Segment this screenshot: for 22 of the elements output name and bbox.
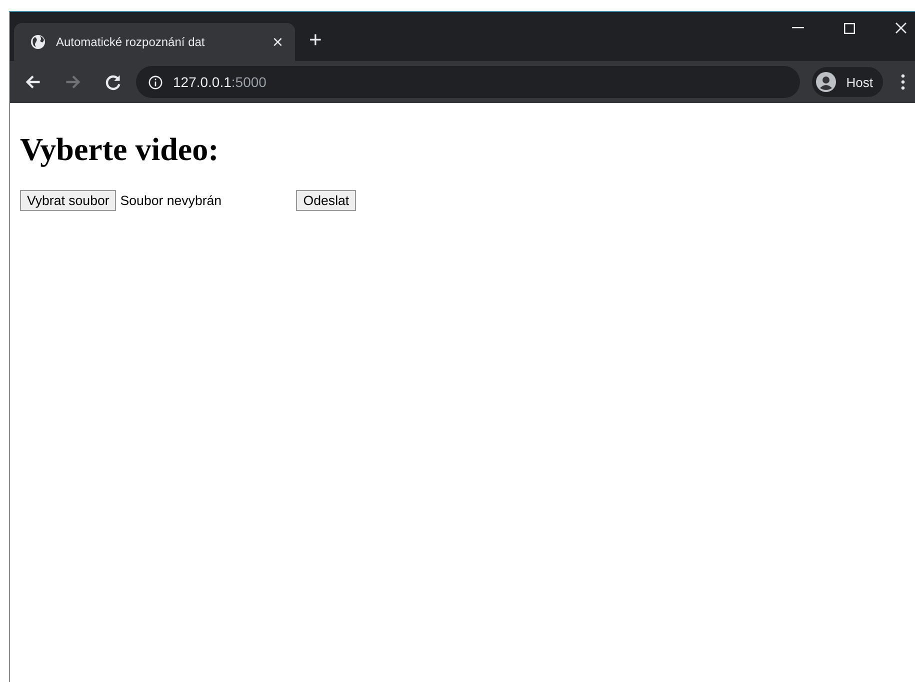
globe-icon <box>30 34 46 50</box>
new-tab-button[interactable]: + <box>309 27 322 53</box>
forward-arrow-icon[interactable] <box>64 73 82 91</box>
profile-button[interactable]: Host <box>812 67 883 97</box>
browser-tab[interactable]: Automatické rozpoznání dat × <box>14 23 295 61</box>
submit-button[interactable]: Odeslat <box>296 190 356 211</box>
url-port: :5000 <box>231 74 266 90</box>
back-arrow-icon[interactable] <box>24 73 42 91</box>
address-field[interactable]: 127.0.0.1:5000 <box>136 66 800 98</box>
info-icon <box>148 74 163 90</box>
page-heading: Vyberte video: <box>20 131 220 168</box>
maximize-icon[interactable] <box>844 22 855 34</box>
reload-icon[interactable] <box>104 73 122 91</box>
close-icon[interactable] <box>895 22 907 34</box>
menu-icon[interactable] <box>901 74 905 90</box>
url-host: 127.0.0.1 <box>173 74 232 90</box>
close-tab-button[interactable]: × <box>272 32 283 52</box>
choose-file-button[interactable]: Vybrat soubor <box>20 190 116 211</box>
avatar-icon <box>816 72 836 92</box>
minimize-icon[interactable] <box>792 27 804 29</box>
file-status: Soubor nevybrán <box>120 193 223 208</box>
tab-title: Automatické rozpoznání dat <box>56 35 206 49</box>
